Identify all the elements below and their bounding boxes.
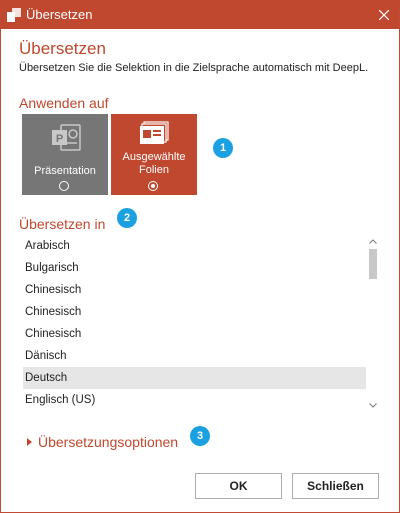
language-item-arabisch[interactable]: Arabisch [23,235,366,257]
step-badge-3: 3 [190,426,210,446]
language-item-bulgarisch[interactable]: Bulgarisch [23,257,366,279]
language-item-daenisch[interactable]: Dänisch [23,345,366,367]
language-list-scrollbar[interactable] [367,235,379,411]
selected-slides-label-line2: Folien [139,164,169,176]
scroll-thumb[interactable] [369,249,377,279]
slides-icon [140,121,169,144]
selected-slides-label-line1: Ausgewählte [122,151,186,163]
language-item-englisch-us[interactable]: Englisch (US) [23,389,366,411]
translate-dialog: Übersetzen Übersetzen Übersetzen Sie die… [0,0,400,513]
translation-options-label: Übersetzungsoptionen [38,434,179,450]
translate-into-label: Übersetzen in [19,216,106,232]
scroll-up-button[interactable] [367,235,379,247]
language-item-chinesisch-2[interactable]: Chinesisch [23,301,366,323]
expand-arrow-icon [27,438,32,446]
close-window-button[interactable] [369,1,399,29]
step-badge-2: 2 [117,208,137,228]
language-item-chinesisch-1[interactable]: Chinesisch [23,279,366,301]
title-bar: Übersetzen [1,1,399,29]
language-item-chinesisch-3[interactable]: Chinesisch [23,323,366,345]
ok-button[interactable]: OK [195,473,282,499]
scroll-down-button[interactable] [367,399,379,411]
radio-selected-dot [151,184,155,188]
chevron-up-icon [369,238,377,244]
language-item-deutsch[interactable]: Deutsch [23,367,366,389]
presentation-radio[interactable] [59,181,69,191]
chevron-down-icon [369,402,377,408]
window-title: Übersetzen [26,7,93,22]
apply-presentation-option[interactable]: P Präsentation [22,114,108,195]
dialog-description: Übersetzen Sie die Selektion in die Ziel… [19,62,369,74]
selected-slides-radio[interactable] [148,181,158,191]
presentation-label: Präsentation [34,165,96,177]
dialog-heading: Übersetzen [19,39,106,58]
step-badge-1: 1 [213,138,233,158]
apply-selected-slides-option[interactable]: Ausgewählte Folien [111,114,197,195]
close-icon [379,10,389,20]
close-button[interactable]: Schließen [292,473,379,499]
app-icon [7,8,21,22]
svg-text:P: P [56,133,63,145]
powerpoint-icon: P [52,124,81,151]
language-list[interactable]: Arabisch Bulgarisch Chinesisch Chinesisc… [23,235,366,411]
translation-options-toggle[interactable]: Übersetzungsoptionen [27,433,178,451]
apply-to-label: Anwenden auf [19,95,109,111]
